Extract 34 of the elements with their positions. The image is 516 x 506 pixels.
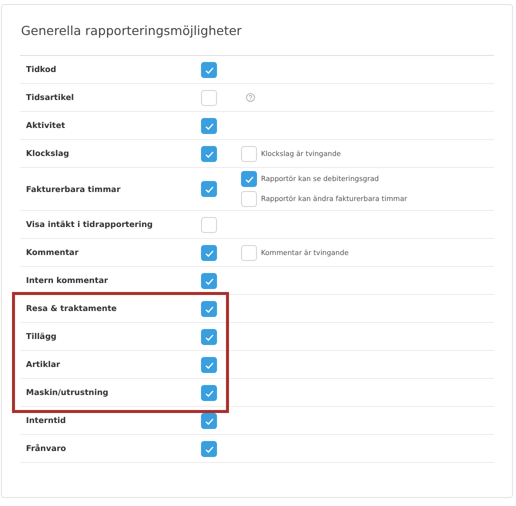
setting-label: Fakturerbara timmar	[26, 184, 120, 194]
setting-label: Resa & traktamente	[26, 304, 117, 313]
setting-label: Frånvaro	[26, 444, 66, 453]
checkbox[interactable]	[201, 328, 217, 344]
setting-label: Interntid	[26, 416, 66, 425]
section-title: Generella rapporteringsmöjligheter	[21, 23, 243, 38]
help-icon[interactable]	[246, 93, 255, 102]
setting-label: Aktivitet	[26, 121, 66, 130]
checkbox[interactable]	[241, 171, 257, 187]
checkbox[interactable]	[201, 244, 217, 260]
checkbox[interactable]	[201, 440, 217, 456]
checkbox[interactable]	[241, 244, 257, 260]
setting-label: Tillägg	[26, 332, 57, 341]
checkbox[interactable]	[201, 181, 217, 197]
checkbox[interactable]	[241, 146, 257, 162]
checkbox[interactable]	[201, 90, 217, 106]
setting-label: Intern kommentar	[26, 276, 108, 285]
setting-label: Visa intäkt i tidrapportering	[26, 220, 153, 229]
checkbox[interactable]	[201, 300, 217, 316]
checkbox[interactable]	[201, 272, 217, 288]
setting-label: Artiklar	[26, 360, 60, 369]
setting-label: Tidkod	[26, 65, 56, 74]
checkbox[interactable]	[201, 62, 217, 78]
checkbox[interactable]	[201, 412, 217, 428]
checkbox[interactable]	[241, 191, 257, 207]
setting-label: Tidsartikel	[26, 93, 74, 102]
checkbox[interactable]	[201, 356, 217, 372]
checkbox[interactable]	[201, 146, 217, 162]
setting-label: Maskin/utrustning	[26, 388, 108, 397]
setting-label: Kommentar	[26, 248, 79, 257]
checkbox[interactable]	[201, 118, 217, 134]
checkbox[interactable]	[201, 216, 217, 232]
checkbox[interactable]	[201, 384, 217, 400]
setting-label: Klockslag	[26, 149, 70, 158]
